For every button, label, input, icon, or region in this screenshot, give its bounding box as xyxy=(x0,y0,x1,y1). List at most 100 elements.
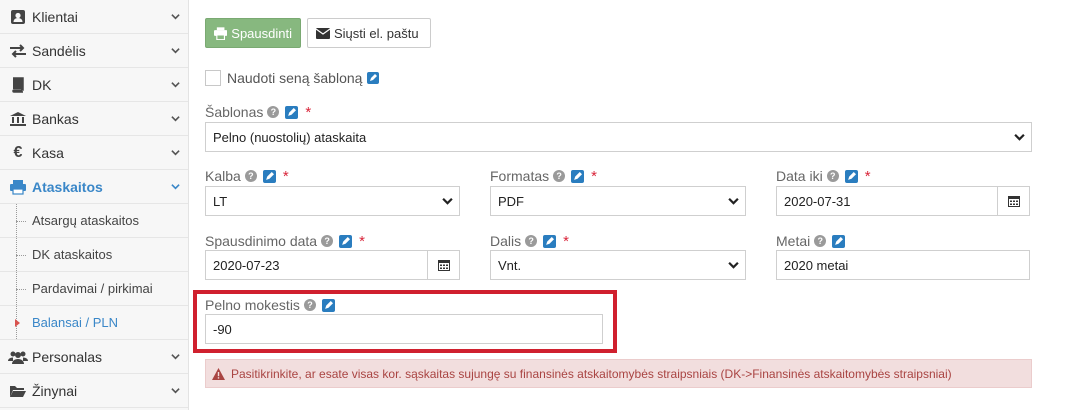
sidebar-item-ataskaitos[interactable]: Ataskaitos xyxy=(0,170,188,204)
sidebar-item-personalas[interactable]: Personalas xyxy=(0,340,188,374)
sidebar-item-label: DK xyxy=(32,76,52,93)
sidebar-subitem-label: Atsargų ataskaitos xyxy=(32,213,139,228)
help-icon[interactable]: ? xyxy=(814,235,827,247)
required-mark: * xyxy=(305,103,312,121)
date-to-value: 2020-07-31 xyxy=(784,193,851,209)
date-to-input[interactable]: 2020-07-31 xyxy=(776,186,1030,216)
part-label: Dalis xyxy=(490,233,522,249)
part-select[interactable]: Vnt. xyxy=(490,250,746,280)
required-mark: * xyxy=(563,232,569,250)
print-icon xyxy=(214,26,228,40)
print-button-label: Spausdinti xyxy=(231,25,292,41)
print-date-label: Spausdinimo data xyxy=(205,233,318,249)
tree-connector xyxy=(16,221,26,222)
chevron-down-icon xyxy=(1014,133,1025,141)
envelope-icon xyxy=(316,27,330,39)
language-label: Kalba xyxy=(205,168,241,184)
required-mark: * xyxy=(864,167,871,185)
chevron-down-icon xyxy=(171,150,180,156)
sidebar-subitem-balansai-pln[interactable]: Balansai / PLN xyxy=(0,306,188,340)
chevron-down-icon xyxy=(728,261,739,269)
users-icon xyxy=(8,349,28,365)
sidebar-item-klientai[interactable]: Klientai xyxy=(0,0,188,34)
language-select-value: LT xyxy=(213,193,228,209)
old-template-label: Naudoti seną šabloną xyxy=(227,70,363,86)
chevron-down-icon xyxy=(442,197,453,205)
help-icon[interactable]: ? xyxy=(321,235,334,247)
highlight-frame xyxy=(193,290,617,353)
required-mark: * xyxy=(282,167,289,185)
help-icon[interactable]: ? xyxy=(525,235,538,247)
warning-icon xyxy=(212,367,225,380)
user-card-icon xyxy=(8,9,28,25)
sidebar-item-label: Bankas xyxy=(32,110,79,127)
warning-alert: Pasitikrinkite, ar esate visas kor. sąsk… xyxy=(205,359,1032,388)
edit-icon[interactable] xyxy=(543,234,557,248)
chevron-down-icon xyxy=(171,48,180,54)
edit-icon[interactable] xyxy=(262,169,276,183)
send-email-button-label: Siųsti el. paštu xyxy=(334,25,419,41)
edit-icon[interactable] xyxy=(367,72,380,84)
year-label-row: Metai ? xyxy=(776,232,846,250)
old-template-checkbox[interactable] xyxy=(205,70,221,86)
sidebar-subitem-label: DK ataskaitos xyxy=(32,247,113,262)
chevron-down-icon xyxy=(171,116,180,122)
chevron-down-icon xyxy=(171,388,180,394)
sidebar-item-label: Ataskaitos xyxy=(32,178,103,195)
calendar-icon xyxy=(1007,196,1020,207)
year-input[interactable]: 2020 metai xyxy=(776,250,1030,280)
sidebar-subitem-dk-ataskaitos[interactable]: DK ataskaitos xyxy=(0,238,188,272)
bank-icon xyxy=(8,111,28,127)
print-button[interactable]: Spausdinti xyxy=(205,18,301,48)
part-select-value: Vnt. xyxy=(498,257,522,273)
sidebar-subitem-label: Balansai / PLN xyxy=(32,315,118,330)
calendar-icon xyxy=(437,260,450,271)
year-label: Metai xyxy=(776,233,811,249)
language-label-row: Kalba ? * xyxy=(205,167,289,185)
help-icon[interactable]: ? xyxy=(553,170,566,182)
sidebar-item-bankas[interactable]: Bankas xyxy=(0,102,188,136)
chevron-down-icon xyxy=(728,197,739,205)
calendar-button[interactable] xyxy=(427,251,459,279)
format-label-row: Formatas ? * xyxy=(490,167,597,185)
edit-icon[interactable] xyxy=(339,234,353,248)
sidebar-item-kasa[interactable]: € Kasa xyxy=(0,136,188,170)
edit-icon[interactable] xyxy=(832,234,846,248)
sidebar-subitem-atsargu-ataskaitos[interactable]: Atsargų ataskaitos xyxy=(0,204,188,238)
language-select[interactable]: LT xyxy=(205,186,460,216)
format-label: Formatas xyxy=(490,168,550,184)
sidebar-item-label: Sandėlis xyxy=(32,42,86,59)
help-icon[interactable]: ? xyxy=(244,170,257,182)
sidebar-item-dk[interactable]: DK xyxy=(0,68,188,102)
format-select[interactable]: PDF xyxy=(490,186,746,216)
required-mark: * xyxy=(591,167,597,185)
chevron-down-icon xyxy=(171,354,180,360)
date-to-label-row: Data iki ? * xyxy=(776,167,871,185)
template-label: Šablonas xyxy=(205,104,264,120)
caret-right-icon xyxy=(15,319,20,327)
print-date-value: 2020-07-23 xyxy=(213,257,280,273)
exchange-icon xyxy=(8,43,28,59)
sidebar-item-sandelis[interactable]: Sandėlis xyxy=(0,34,188,68)
template-select-value: Pelno (nuostolių) ataskaita xyxy=(213,129,367,145)
part-label-row: Dalis ? * xyxy=(490,232,569,250)
help-icon[interactable]: ? xyxy=(826,170,839,182)
chevron-down-icon xyxy=(171,82,180,88)
edit-icon[interactable] xyxy=(844,169,858,183)
sidebar-item-zinynai[interactable]: Žinynai xyxy=(0,374,188,408)
calendar-button[interactable] xyxy=(997,187,1029,215)
sidebar-item-label: Kasa xyxy=(32,144,64,161)
date-to-label: Data iki xyxy=(776,168,823,184)
edit-icon[interactable] xyxy=(285,105,299,119)
folder-open-icon xyxy=(8,383,28,399)
chevron-down-icon xyxy=(171,14,180,20)
sidebar-subitem-pardavimai-pirkimai[interactable]: Pardavimai / pirkimai xyxy=(0,272,188,306)
required-mark: * xyxy=(359,232,365,250)
help-icon[interactable]: ? xyxy=(267,106,280,118)
edit-icon[interactable] xyxy=(571,169,585,183)
print-date-input[interactable]: 2020-07-23 xyxy=(205,250,460,280)
print-icon xyxy=(8,179,28,195)
template-select[interactable]: Pelno (nuostolių) ataskaita xyxy=(205,122,1032,152)
send-email-button[interactable]: Siųsti el. paštu xyxy=(307,18,431,48)
warning-alert-text: Pasitikrinkite, ar esate visas kor. sąsk… xyxy=(231,366,952,381)
